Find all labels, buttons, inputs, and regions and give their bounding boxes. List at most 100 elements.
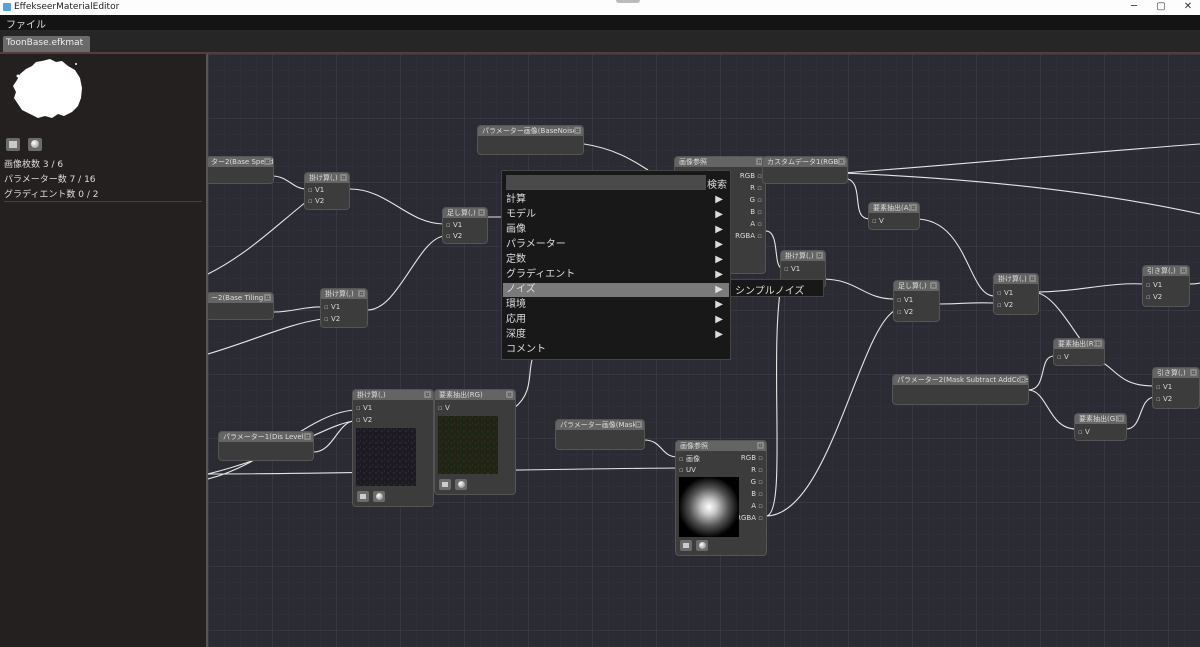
collapse-icon[interactable]: ▫ — [264, 158, 271, 165]
collapse-icon[interactable]: ▫ — [910, 204, 917, 211]
menu-item-advanced[interactable]: 応用 ▶ — [503, 313, 729, 327]
menu-file[interactable]: ファイル — [6, 16, 46, 31]
input-v1[interactable]: V1 — [356, 404, 372, 412]
preview-sphere-button[interactable] — [373, 491, 385, 502]
output-rgba[interactable]: RGBA — [735, 232, 762, 240]
collapse-icon[interactable]: ▫ — [574, 127, 581, 134]
node-add-2[interactable]: 足し算(,) ▫ V1 V2 — [893, 280, 940, 322]
preview-plane-button[interactable] — [680, 540, 692, 551]
preview-sphere-button[interactable] — [28, 138, 42, 151]
input-v1[interactable]: V1 — [1156, 383, 1172, 391]
node-param-dis-level[interactable]: パラメーター1(Dis Level) ▫ — [218, 431, 314, 461]
menu-item-constant[interactable]: 定数 ▶ — [503, 253, 729, 267]
input-v2[interactable]: V2 — [1156, 395, 1172, 403]
node-multiply-2[interactable]: 掛け算(,) ▫ V1 V2 — [320, 288, 368, 328]
output-g[interactable]: G — [751, 478, 763, 486]
collapse-icon[interactable]: ▫ — [1117, 415, 1124, 422]
node-add-1[interactable]: 足し算(,) ▫ V1 V2 — [442, 207, 488, 244]
input-v1[interactable]: V1 — [1146, 281, 1162, 289]
node-search-input[interactable] — [506, 175, 706, 190]
node-multiply-4[interactable]: 掛け算(,) ▫ V1 V2 — [993, 273, 1039, 315]
node-texture-ref-bottom[interactable]: 画像参照 ▫ 画像 UV RGB R G B A RGBA — [675, 440, 767, 556]
collapse-icon[interactable]: ▫ — [1180, 267, 1187, 274]
node-extract-g[interactable]: 要素抽出(G) ▫ V — [1074, 413, 1127, 441]
input-v2[interactable]: V2 — [324, 315, 340, 323]
maximize-button[interactable]: ▢ — [1149, 0, 1173, 15]
submenu-item-simple-noise[interactable]: シンプルノイズ — [735, 282, 804, 297]
node-extract-r[interactable]: 要素抽出(R) ▫ V — [1053, 338, 1105, 366]
input-v2[interactable]: V2 — [1146, 293, 1162, 301]
input-v1[interactable]: V1 — [324, 303, 340, 311]
close-button[interactable]: ✕ — [1176, 0, 1200, 15]
output-rgb[interactable]: RGB — [741, 454, 763, 462]
output-b[interactable]: B — [750, 208, 762, 216]
preview-sphere-button[interactable] — [455, 479, 467, 490]
output-rgb[interactable]: RGB — [740, 172, 762, 180]
title-drag-handle[interactable] — [616, 0, 640, 3]
input-v2[interactable]: V2 — [308, 197, 324, 205]
node-canvas[interactable]: パラメーター画像(BaseNoise) ▫ ター2(Base Speed) ▫ … — [208, 54, 1200, 647]
collapse-icon[interactable]: ▫ — [340, 174, 347, 181]
input-uv[interactable]: UV — [679, 466, 696, 474]
collapse-icon[interactable]: ▫ — [930, 282, 937, 289]
output-r[interactable]: R — [750, 184, 762, 192]
menu-item-comment[interactable]: コメント — [503, 343, 729, 357]
collapse-icon[interactable]: ▫ — [635, 421, 642, 428]
collapse-icon[interactable]: ▫ — [816, 252, 823, 259]
node-extract-a[interactable]: 要素抽出(A) ▫ V — [868, 202, 920, 230]
node-param-mask[interactable]: パラメーター画像(Mask) ▫ — [555, 419, 645, 450]
input-v[interactable]: V — [872, 217, 884, 225]
output-r[interactable]: R — [751, 466, 763, 474]
collapse-icon[interactable]: ▫ — [424, 391, 431, 398]
input-v1[interactable]: V1 — [308, 186, 324, 194]
collapse-icon[interactable]: ▫ — [1190, 369, 1197, 376]
node-param-base-tiling[interactable]: ー2(Base Tiling) ▫ — [208, 292, 274, 320]
node-param-mask-subtract[interactable]: パラメーター2(Mask Subtract AddCore) ▫ — [892, 374, 1029, 405]
input-v[interactable]: V — [438, 404, 450, 412]
input-v[interactable]: V — [1078, 428, 1090, 436]
output-a[interactable]: A — [751, 502, 763, 510]
menu-item-parameter[interactable]: パラメーター ▶ — [503, 238, 729, 252]
collapse-icon[interactable]: ▫ — [506, 391, 513, 398]
collapse-icon[interactable]: ▫ — [838, 158, 845, 165]
output-a[interactable]: A — [750, 220, 762, 228]
input-image[interactable]: 画像 — [679, 454, 700, 464]
node-multiply-5[interactable]: 掛け算(,) ▫ V1 V2 — [352, 389, 434, 507]
minimize-button[interactable]: ─ — [1122, 0, 1146, 15]
menu-item-math[interactable]: 計算 ▶ — [503, 193, 729, 207]
collapse-icon[interactable]: ▫ — [478, 209, 485, 216]
preview-plane-button[interactable] — [439, 479, 451, 490]
input-v1[interactable]: V1 — [897, 296, 913, 304]
node-param-base-noise[interactable]: パラメーター画像(BaseNoise) ▫ — [477, 125, 584, 155]
output-b[interactable]: B — [751, 490, 763, 498]
input-v2[interactable]: V2 — [897, 308, 913, 316]
input-v2[interactable]: V2 — [997, 301, 1013, 309]
collapse-icon[interactable]: ▫ — [1029, 275, 1036, 282]
collapse-icon[interactable]: ▫ — [264, 294, 271, 301]
menu-item-texture[interactable]: 画像 ▶ — [503, 223, 729, 237]
collapse-icon[interactable]: ▫ — [757, 442, 764, 449]
node-subtract-1[interactable]: 引き算(,) ▫ V1 V2 — [1142, 265, 1190, 307]
collapse-icon[interactable]: ▫ — [1095, 340, 1102, 347]
node-param-base-speed[interactable]: ター2(Base Speed) ▫ — [208, 156, 274, 184]
preview-plane-button[interactable] — [6, 138, 20, 151]
node-extract-rg[interactable]: 要素抽出(RG) ▫ V — [434, 389, 516, 495]
menu-item-environment[interactable]: 環境 ▶ — [503, 298, 729, 312]
output-rgba[interactable]: RGBA — [736, 514, 763, 522]
input-v2[interactable]: V2 — [356, 416, 372, 424]
input-v1[interactable]: V1 — [997, 289, 1013, 297]
node-multiply-1[interactable]: 掛け算(,) ▫ V1 V2 — [304, 172, 350, 210]
collapse-icon[interactable]: ▫ — [304, 433, 311, 440]
menu-item-noise[interactable]: ノイズ ▶ — [503, 283, 729, 297]
input-v[interactable]: V — [1057, 353, 1069, 361]
output-g[interactable]: G — [750, 196, 762, 204]
menu-item-model[interactable]: モデル ▶ — [503, 208, 729, 222]
input-v2[interactable]: V2 — [446, 232, 462, 240]
menu-item-depth[interactable]: 深度 ▶ — [503, 328, 729, 342]
preview-plane-button[interactable] — [357, 491, 369, 502]
preview-sphere-button[interactable] — [696, 540, 708, 551]
input-v1[interactable]: V1 — [784, 265, 800, 273]
collapse-icon[interactable]: ▫ — [358, 290, 365, 297]
collapse-icon[interactable]: ▫ — [1019, 376, 1026, 383]
node-custom-data-1[interactable]: カスタムデータ1(RGBA) ▫ — [762, 156, 848, 184]
